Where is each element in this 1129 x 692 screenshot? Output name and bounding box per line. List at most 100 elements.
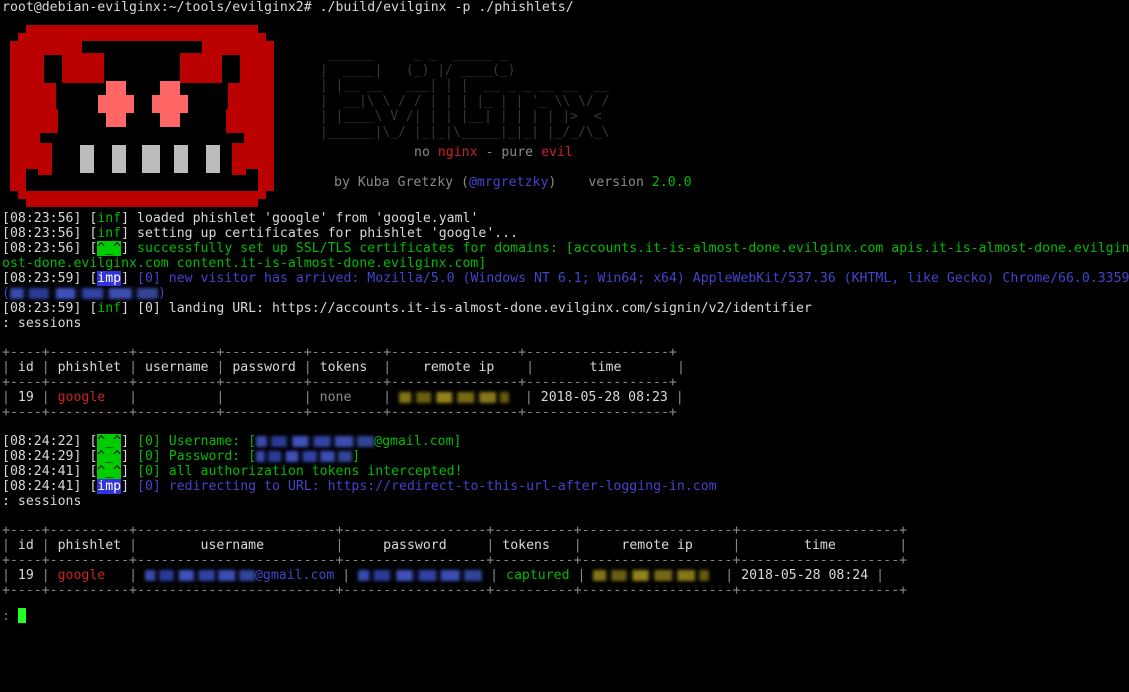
redacted-username-blur xyxy=(256,436,375,447)
log-session-index: [0] xyxy=(137,479,161,494)
paren-close: ) xyxy=(157,286,166,301)
log-line-visitor-ip-wrap: () xyxy=(0,286,1129,301)
table-two-header-tokens: tokens xyxy=(502,538,550,553)
tagline-evil: evil xyxy=(541,145,573,160)
log-tag-happy: ^_^ xyxy=(97,434,122,449)
table-one-header-tokens: tokens xyxy=(319,360,368,375)
log-timestamp: [08:24:29] xyxy=(2,449,82,464)
ascii-art-line: |______|\_/ |_|_|\_____|_|_| |_/_/\_\ xyxy=(312,124,633,140)
version-value: 2.0.0 xyxy=(651,175,692,190)
log-timestamp: [08:23:56] xyxy=(2,241,82,256)
log-session-index: [0] xyxy=(137,301,161,316)
log-timestamp: [08:23:59] xyxy=(2,301,82,316)
log-line-tokens-intercepted: [08:24:41] [^_^] [0] all authorization t… xyxy=(2,464,463,479)
tagline-prefix: no xyxy=(414,145,438,160)
log-tag-inf: inf xyxy=(97,211,122,226)
log-message: loaded phishlet 'google' from 'google.ya… xyxy=(129,211,479,226)
table-two-header-phishlet: phishlet xyxy=(57,538,122,553)
table-two-header-username: username xyxy=(200,538,265,553)
table-one-cell-time: 2018-05-28 08:23 xyxy=(540,390,668,405)
table-two-cell-password-blur xyxy=(358,570,483,581)
table-one-border-mid: +----+----------+----------+----------+-… xyxy=(2,375,677,390)
log-line-landing-url: [08:23:59] [inf] [0] landing URL: https:… xyxy=(2,301,812,316)
version-label: version xyxy=(588,175,652,190)
log-timestamp: [08:24:41] xyxy=(2,464,82,479)
log-line-username-captured: [08:24:22] [^_^] [0] Username: [@gmail.c… xyxy=(2,434,462,449)
table-two-border-bottom: +----+----------+-----------------------… xyxy=(2,583,908,598)
final-prompt-line[interactable]: : xyxy=(0,608,1129,626)
log-message: setting up certificates for phishlet 'go… xyxy=(129,226,519,241)
log-username-domain: @gmail.com] xyxy=(374,434,462,449)
log-line-certs-success: [08:23:56] [^_^] successfully set up SSL… xyxy=(0,241,1129,256)
ascii-art-line: | ____| (_) |/ ____(_) xyxy=(312,62,633,78)
table-one-header-time: time xyxy=(589,360,622,375)
ascii-art-line: | |__ __ ___| | | __ _ _ __ __ __ xyxy=(312,78,633,93)
log-timestamp: [08:24:22] xyxy=(2,434,82,449)
tagline-nginx: nginx xyxy=(437,145,478,160)
log-timestamp: [08:24:41] xyxy=(2,479,82,494)
table-two-border-mid: +----+----------+-----------------------… xyxy=(2,553,908,568)
table-two-cell-time: 2018-05-28 08:24 xyxy=(741,568,869,583)
ascii-art-line: ______ _ _ _____ _ xyxy=(312,47,633,62)
table-one-header-id: id xyxy=(17,360,34,375)
table-two-cell-remote-ip-blur xyxy=(593,570,710,581)
log-tag-imp: imp xyxy=(97,479,122,494)
log-message: redirecting to URL: https://redirect-to-… xyxy=(160,479,717,494)
table-two-cell-id: 19 xyxy=(17,568,34,583)
table-one-row: | 19 | google | | | none | | 2018-05-28 … xyxy=(2,390,684,405)
table-two-header-id: id xyxy=(17,538,34,553)
table-two-header-remote-ip: remote ip xyxy=(621,538,693,553)
table-two-cell-phishlet: google xyxy=(57,568,106,583)
table-one-header-username: username xyxy=(144,360,209,375)
log-session-index: [0] xyxy=(137,271,161,286)
table-one-header-password: password xyxy=(232,360,296,375)
log-message: Username: [ xyxy=(160,434,257,449)
paren-open: ( xyxy=(2,286,10,301)
evilginx-banner: ______ _ _ _____ _ | ____| (_) |/ ____(_… xyxy=(0,21,1129,211)
author-prefix: by Kuba Gretzky ( xyxy=(334,175,469,190)
log-message-continued: ost-done.evilginx.com content.it-is-almo… xyxy=(2,256,487,271)
table-one-border-bottom: +----+----------+----------+----------+-… xyxy=(2,405,677,420)
log-tag-inf: inf xyxy=(97,226,122,241)
log-message: Password: [ xyxy=(160,449,257,464)
log-line-certs-success-wrap: ost-done.evilginx.com content.it-is-almo… xyxy=(0,256,1129,271)
banner-tagline: no nginx - pure evil xyxy=(312,145,573,160)
log-tag-happy: ^_^ xyxy=(97,241,122,256)
log-tag-inf: inf xyxy=(97,301,122,316)
table-two-border-top: +----+----------+-----------------------… xyxy=(2,523,908,538)
log-line-setting-certs: [08:23:56] [inf] setting up certificates… xyxy=(2,226,519,241)
table-one-cell-id: 19 xyxy=(17,390,34,405)
shell-command-line: root@debian-evilginx:~/tools/evilginx2# … xyxy=(2,0,574,15)
log-message: all authorization tokens intercepted! xyxy=(160,464,463,479)
table-one-cell-remote-ip-blur xyxy=(399,392,510,403)
log-message: landing URL: https://accounts.it-is-almo… xyxy=(160,301,812,316)
log-session-index: [0] xyxy=(137,449,161,464)
log-message: new visitor has arrived: Mozilla/5.0 (Wi… xyxy=(168,271,1129,286)
prompt-symbol: : xyxy=(2,609,10,624)
log-tag-happy: ^_^ xyxy=(97,449,122,464)
log-timestamp: [08:23:56] xyxy=(2,211,82,226)
log-line-redirecting: [08:24:41] [imp] [0] redirecting to URL:… xyxy=(2,479,717,494)
table-two-header-password: password xyxy=(383,538,447,553)
sessions-command-2: : sessions xyxy=(2,494,82,509)
author-suffix: ) xyxy=(548,175,557,190)
log-message: successfully set up SSL/TLS certificates… xyxy=(137,241,1129,256)
table-one-header-row: | id | phishlet | username | password | … xyxy=(2,360,685,375)
terminal-window: root@debian-evilginx:~/tools/evilginx2# … xyxy=(0,0,1129,692)
sessions-command-1: : sessions xyxy=(2,316,82,331)
log-timestamp: [08:23:56] xyxy=(2,226,82,241)
log-tag-imp: imp xyxy=(97,271,122,286)
log-password-close: ] xyxy=(352,449,361,464)
evilginx-skull-logo xyxy=(8,23,276,211)
author-handle[interactable]: @mrgretzky xyxy=(469,175,548,190)
log-tag-happy: ^_^ xyxy=(97,464,122,479)
log-session-index: [0] xyxy=(137,434,161,449)
ascii-art-line: | __|\ \ / / | | | |_ | | '_ \\ \/ / xyxy=(312,93,633,109)
log-line-loaded-phishlet: [08:23:56] [inf] loaded phishlet 'google… xyxy=(2,211,479,226)
log-line-password-captured: [08:24:29] [^_^] [0] Password: [] xyxy=(2,449,361,464)
log-timestamp: [08:23:59] xyxy=(2,271,82,286)
